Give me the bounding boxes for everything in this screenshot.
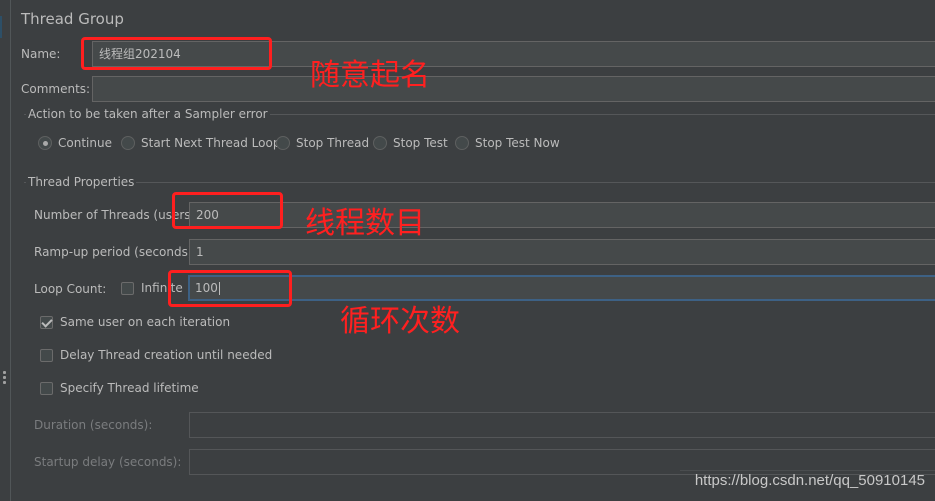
radio-unselected-icon	[276, 136, 290, 150]
same-user-checkbox[interactable]: Same user on each iteration	[40, 315, 230, 329]
annotation-loop-note: 循环次数	[340, 304, 460, 339]
annotation-name-note: 随意起名	[310, 58, 430, 93]
panel-title: Thread Group	[21, 10, 124, 28]
splitter-drag-handle-icon[interactable]	[3, 371, 7, 386]
same-user-label: Same user on each iteration	[60, 315, 231, 329]
annotation-box-loop	[168, 270, 292, 307]
loop-count-label: Loop Count:	[34, 282, 107, 296]
thread-properties-group-title: Thread Properties	[26, 175, 137, 189]
annotation-box-name	[81, 37, 272, 70]
comments-label: Comments:	[21, 82, 91, 96]
radio-stop-test-now[interactable]: Stop Test Now	[455, 136, 560, 150]
num-threads-input[interactable]: 200	[189, 202, 935, 228]
checkbox-checked-icon	[40, 315, 53, 329]
radio-unselected-icon	[373, 136, 387, 150]
tree-selection-indicator	[0, 16, 2, 38]
radio-stop-test-label: Stop Test	[393, 136, 448, 150]
watermark-text: https://blog.csdn.net/qq_50910145	[694, 472, 925, 489]
annotation-threads-note: 线程数目	[305, 206, 425, 241]
delay-creation-label: Delay Thread creation until needed	[60, 348, 273, 362]
radio-start-next-thread-loop[interactable]: Start Next Thread Loop	[121, 136, 280, 150]
comments-input[interactable]	[92, 76, 935, 102]
loop-count-input[interactable]: 100	[188, 275, 935, 301]
duration-label: Duration (seconds):	[34, 418, 153, 432]
left-panel-edge	[0, 0, 11, 501]
radio-continue-label: Continue	[58, 136, 112, 150]
radio-start-next-thread-loop-label: Start Next Thread Loop	[141, 136, 281, 150]
watermark-separator	[680, 470, 935, 471]
specify-lifetime-label: Specify Thread lifetime	[60, 381, 199, 395]
duration-input[interactable]	[189, 412, 935, 438]
radio-selected-icon	[38, 136, 52, 150]
radio-stop-test[interactable]: Stop Test	[373, 136, 448, 150]
rampup-input[interactable]: 1	[189, 239, 935, 265]
annotation-box-threads	[172, 192, 283, 229]
radio-stop-test-now-label: Stop Test Now	[475, 136, 560, 150]
sampler-error-group-title: Action to be taken after a Sampler error	[26, 107, 270, 121]
checkbox-unchecked-icon	[121, 281, 134, 295]
checkbox-unchecked-icon	[40, 381, 53, 395]
radio-stop-thread-label: Stop Thread	[296, 136, 370, 150]
startup-delay-label: Startup delay (seconds):	[34, 455, 182, 469]
radio-unselected-icon	[455, 136, 469, 150]
rampup-label: Ramp-up period (seconds):	[34, 245, 197, 259]
radio-unselected-icon	[121, 136, 135, 150]
delay-creation-checkbox[interactable]: Delay Thread creation until needed	[40, 348, 272, 362]
checkbox-unchecked-icon	[40, 348, 53, 362]
radio-continue[interactable]: Continue	[38, 136, 112, 150]
specify-lifetime-checkbox[interactable]: Specify Thread lifetime	[40, 381, 199, 395]
name-label: Name:	[21, 47, 61, 61]
radio-stop-thread[interactable]: Stop Thread	[276, 136, 369, 150]
thread-properties-group-border	[24, 182, 935, 183]
